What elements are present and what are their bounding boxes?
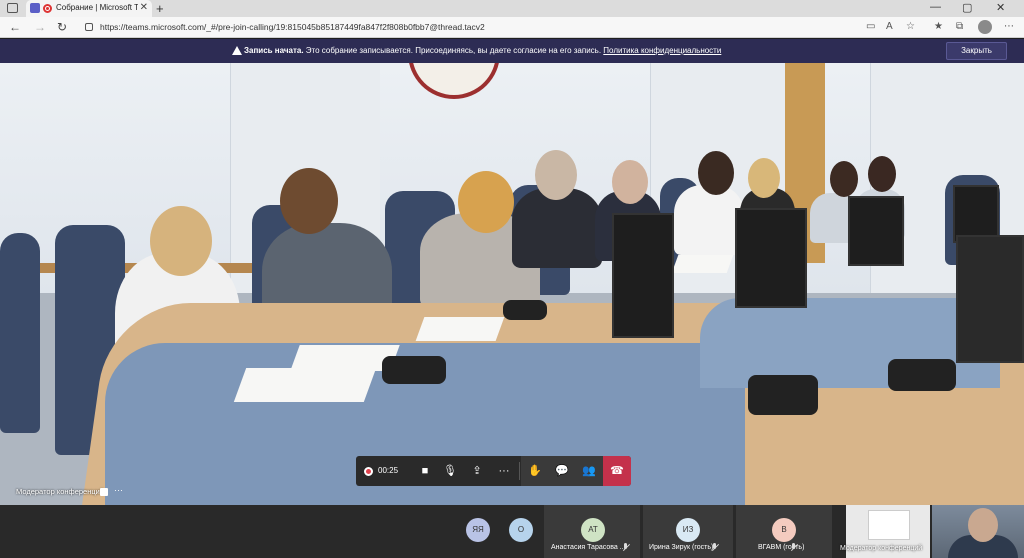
participant-avatar[interactable]: ЯЯ [466, 518, 490, 542]
video-participant [280, 168, 338, 234]
video-monitor [956, 235, 1024, 363]
video-microphone [382, 356, 446, 384]
raise-hand-button[interactable]: ✋ [521, 456, 549, 486]
participant-avatar[interactable]: ИЗ [676, 518, 700, 542]
mic-off-icon [622, 543, 629, 552]
profile-avatar[interactable] [978, 20, 992, 34]
call-controls-bar: 00:25 ■ 🎙 ⇪ ··· ✋ 💬 👥 ☎ [356, 456, 631, 486]
camera-toggle-button[interactable]: ■ [411, 456, 439, 486]
video-monitor [848, 196, 904, 266]
favorite-star-icon[interactable]: ☆ [906, 21, 915, 32]
recording-indicator-icon [364, 467, 373, 476]
video-participant [612, 160, 648, 204]
video-microphone [503, 300, 547, 320]
notice-bold: Запись начата. [244, 46, 304, 55]
video-participant [512, 188, 602, 268]
lock-icon [85, 23, 93, 31]
speaker-more-options-icon[interactable]: ··· [114, 485, 123, 495]
meeting-video-stage [0, 63, 1024, 505]
url-text: https://teams.microsoft.com/_#/pre-join-… [100, 22, 485, 32]
maximize-button[interactable]: ▢ [962, 1, 972, 14]
participant-name: Анастасия Тарасова ... [551, 544, 626, 551]
minimize-button[interactable]: — [930, 1, 941, 13]
browser-tab-teams[interactable]: Собрание | Microsoft Teams ✕ [26, 0, 152, 17]
warning-icon [232, 46, 242, 55]
tab-actions-icon[interactable] [7, 3, 18, 13]
new-tab-button[interactable]: + [156, 1, 164, 16]
self-view-person [968, 508, 998, 542]
refresh-icon[interactable]: ↻ [57, 20, 67, 34]
video-monitor [612, 213, 674, 338]
mic-mute-button[interactable]: 🎙 [436, 456, 464, 486]
address-bar: ← → ↻ https://teams.microsoft.com/_#/pre… [0, 17, 1024, 38]
privacy-policy-link[interactable]: Политика конфиденциальности [603, 46, 721, 55]
controls-divider [519, 462, 520, 480]
participant-name: Ирина Зирук (гость) [649, 544, 714, 551]
url-field[interactable]: https://teams.microsoft.com/_#/pre-join-… [82, 19, 852, 36]
mic-off-icon [711, 543, 718, 552]
browser-tab-bar: Собрание | Microsoft Teams ✕ + — ▢ ✕ [0, 0, 1024, 17]
video-participant [535, 150, 577, 200]
camera-in-use-icon[interactable]: ▭ [866, 21, 875, 32]
thumbnail-name: Модератор конференций [840, 545, 923, 552]
back-arrow-icon[interactable]: ← [9, 20, 21, 34]
participant-avatar[interactable]: АТ [581, 518, 605, 542]
collections-icon[interactable]: ⧉ [956, 21, 963, 32]
more-menu-icon[interactable]: ⋯ [1004, 21, 1014, 32]
video-participant [150, 206, 212, 276]
shared-document-preview [868, 510, 910, 540]
recording-tab-icon [43, 4, 52, 13]
video-paper [671, 255, 734, 273]
recording-notice-banner: Запись начата. Это собрание записывается… [0, 39, 1024, 63]
teams-favicon-icon [30, 3, 40, 13]
video-participant [868, 156, 896, 192]
video-participant [458, 171, 514, 233]
video-monitor [735, 208, 807, 308]
participant-avatar[interactable]: О [509, 518, 533, 542]
video-participant [698, 151, 734, 195]
participants-button[interactable]: 👥 [575, 456, 603, 486]
forward-arrow-icon[interactable]: → [34, 20, 46, 34]
mic-off-icon [790, 543, 797, 552]
video-participant [674, 185, 744, 255]
video-microphone [748, 375, 818, 415]
favorites-icon[interactable]: ★ [934, 21, 943, 32]
share-screen-button[interactable]: ⇪ [463, 456, 491, 486]
video-participant [748, 158, 780, 198]
notice-body: Это собрание записывается. Присоединяясь… [303, 46, 604, 55]
read-aloud-icon[interactable]: A [886, 21, 893, 32]
tab-close-icon[interactable]: ✕ [140, 2, 148, 13]
chat-button[interactable]: 💬 [548, 456, 576, 486]
video-chair [0, 233, 40, 433]
video-participant [830, 161, 858, 197]
video-microphone [888, 359, 956, 391]
close-window-button[interactable]: ✕ [996, 1, 1005, 14]
hang-up-button[interactable]: ☎ [603, 456, 631, 486]
call-timer: 00:25 [378, 466, 399, 475]
tab-title: Собрание | Microsoft Teams [56, 3, 138, 12]
participant-avatar[interactable]: В [772, 518, 796, 542]
video-paper [415, 317, 505, 341]
close-notice-button[interactable]: Закрыть [946, 42, 1007, 60]
speaker-name-label: Модератор конференций [16, 487, 105, 496]
participant-card-icon[interactable] [100, 488, 108, 496]
recording-notice-text: Запись начата. Это собрание записывается… [244, 46, 721, 55]
video-paper [233, 368, 377, 402]
more-actions-button[interactable]: ··· [490, 456, 518, 486]
